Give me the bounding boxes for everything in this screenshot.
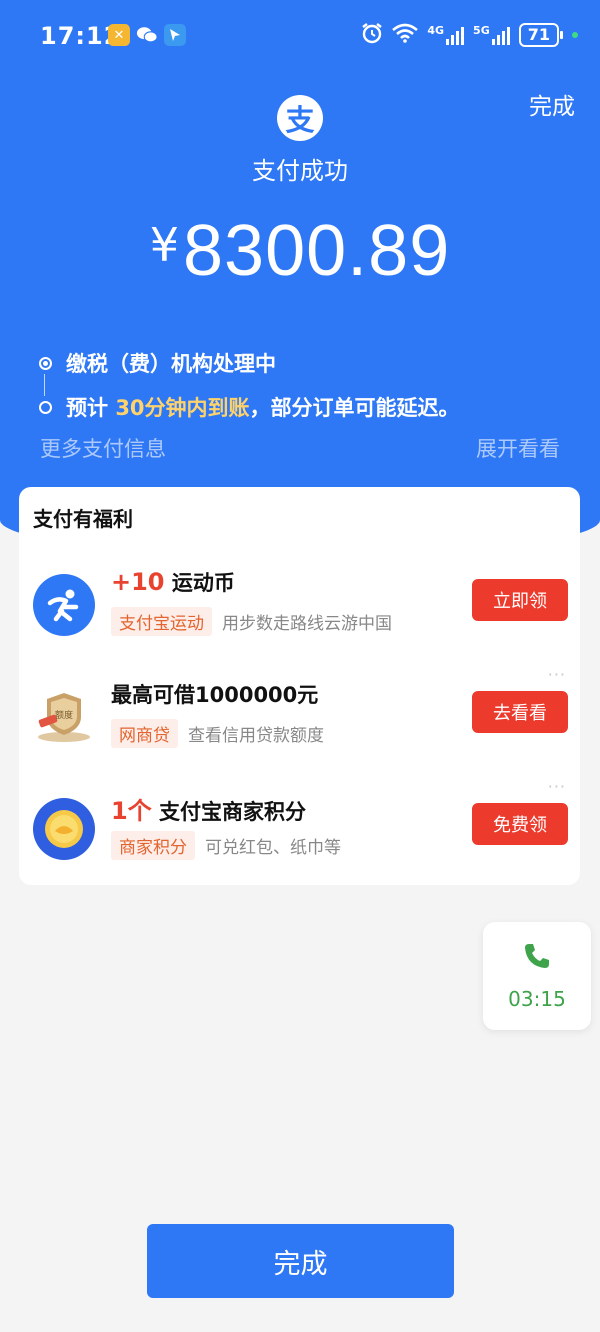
privacy-indicator-dot (572, 32, 578, 38)
status-right: 4G 5G 71 (361, 22, 578, 48)
wechat-icon (136, 24, 158, 46)
claim-now-button[interactable]: 立即领 (472, 579, 568, 621)
free-claim-button[interactable]: 免费领 (472, 803, 568, 845)
benefit-headline: 1个 支付宝商家积分 (111, 791, 306, 826)
benefit-name: 支付宝商家积分 (151, 800, 307, 824)
benefit-sub: 商家积分 可兑红包、纸巾等 (111, 831, 341, 860)
payment-progress: 缴税（费）机构处理中 预计 30分钟内到账，部分订单可能延迟。 (36, 346, 460, 434)
status-bar: 17:12 ✕ 4G 5G 71 (0, 0, 600, 72)
benefit-tag: 支付宝运动 (111, 607, 212, 636)
benefits-card: 支付有福利 +10 运动币 支付宝运动 用步数走路线云游中国 立即领 ··· 额… (19, 487, 580, 885)
progress-step-eta: 预计 30分钟内到账，部分订单可能延迟。 (36, 390, 460, 434)
app-notification-icon: ✕ (108, 24, 130, 46)
benefit-headline: +10 运动币 (111, 567, 235, 597)
eta-suffix: ，部分订单可能延迟。 (249, 396, 460, 420)
step-dot-icon (39, 357, 52, 370)
benefit-desc: 可兑红包、纸巾等 (205, 838, 341, 858)
benefit-amount: +10 (111, 568, 165, 596)
phone-icon (522, 941, 552, 975)
gold-coin-icon (33, 798, 95, 860)
credit-badge-text: 额度 (55, 709, 73, 721)
benefit-item-points[interactable]: ··· 1个 支付宝商家积分 商家积分 可兑红包、纸巾等 免费领 (19, 777, 580, 891)
signal-4g-icon: 4G (427, 24, 465, 45)
benefit-desc: 查看信用贷款额度 (188, 726, 324, 746)
done-button[interactable]: 完成 (147, 1224, 454, 1298)
more-options-icon[interactable]: ··· (548, 777, 566, 796)
benefit-desc: 用步数走路线云游中国 (222, 614, 392, 634)
more-options-icon[interactable]: ··· (548, 665, 566, 684)
signal-5g-icon: 5G (473, 25, 510, 45)
benefit-sub: 网商贷 查看信用贷款额度 (111, 719, 324, 748)
benefit-name: 最高可借1000000元 (111, 683, 319, 707)
currency-symbol: ¥ (149, 218, 179, 272)
benefit-headline: 最高可借1000000元 (111, 679, 318, 709)
navigation-app-icon (164, 24, 186, 46)
network-5g-label: 5G (473, 24, 490, 37)
battery-indicator: 71 (518, 23, 564, 47)
amount-value: 8300.89 (183, 211, 451, 291)
benefits-title: 支付有福利 (33, 507, 133, 531)
payment-success-title: 支付成功 (252, 157, 348, 185)
expand-link[interactable]: 展开看看 (476, 433, 560, 463)
payment-amount: ¥8300.89 (0, 210, 600, 292)
benefit-item-loan[interactable]: ··· 额度 最高可借1000000元 网商贷 查看信用贷款额度 去看看 (19, 665, 580, 779)
benefit-item-sport[interactable]: +10 运动币 支付宝运动 用步数走路线云游中国 立即领 (19, 567, 580, 667)
step-dot-icon (39, 401, 52, 414)
network-4g-label: 4G (427, 24, 445, 37)
benefit-amount: 1个 (111, 797, 152, 825)
step-processing-text: 缴税（费）机构处理中 (66, 352, 276, 376)
benefit-name: 运动币 (164, 571, 235, 595)
eta-highlight: 30分钟内到账 (115, 396, 250, 420)
eta-prefix: 预计 (66, 396, 116, 420)
progress-step-processing: 缴税（费）机构处理中 (36, 346, 460, 390)
notification-icons: ✕ (108, 24, 186, 46)
go-see-button[interactable]: 去看看 (472, 691, 568, 733)
benefit-tag: 网商贷 (111, 719, 178, 748)
call-timer: 03:15 (508, 987, 566, 1011)
alarm-icon (361, 22, 383, 48)
more-payment-info-link[interactable]: 更多支付信息 (40, 433, 166, 463)
credit-shield-icon: 额度 (33, 686, 95, 748)
benefit-sub: 支付宝运动 用步数走路线云游中国 (111, 607, 392, 636)
alipay-logo-icon: 支 (277, 95, 323, 141)
top-done-button[interactable]: 完成 (529, 87, 575, 121)
benefit-tag: 商家积分 (111, 831, 195, 860)
wifi-icon (392, 23, 419, 47)
call-float-widget[interactable]: 03:15 (483, 922, 591, 1030)
sport-runner-icon (33, 574, 95, 636)
